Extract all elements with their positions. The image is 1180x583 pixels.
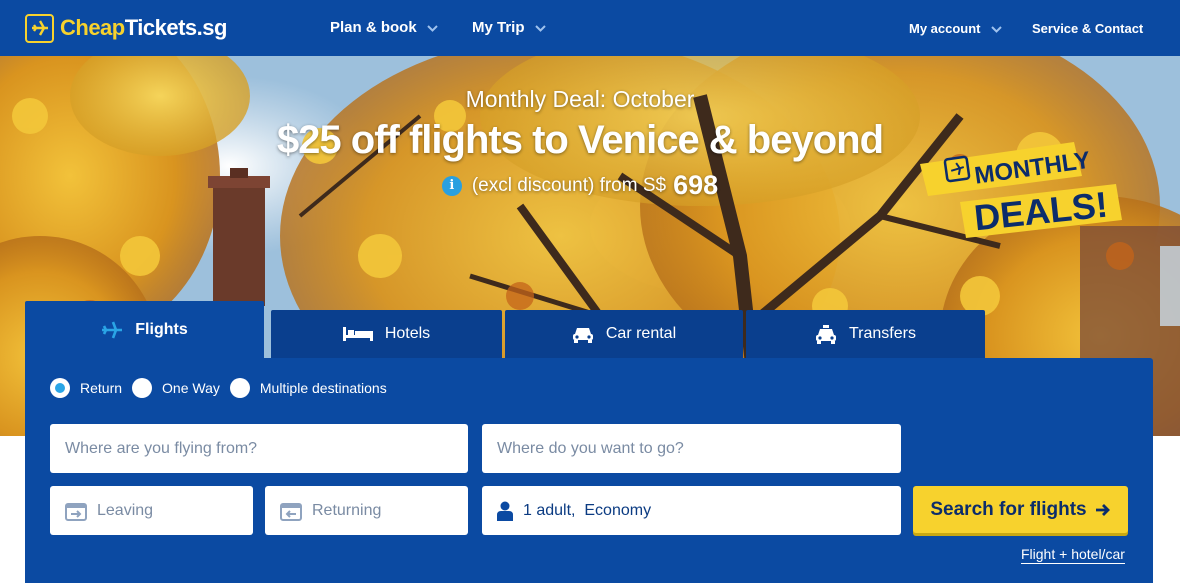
- radio-one-way-label[interactable]: One Way: [162, 380, 220, 396]
- tab-hotels[interactable]: Hotels: [271, 310, 502, 358]
- taxi-icon: [815, 324, 837, 344]
- arrow-right-icon: [1095, 503, 1111, 517]
- nav-plan-book-label: Plan & book: [330, 19, 417, 36]
- plane-icon: [101, 321, 123, 339]
- top-header: CheapTickets.sg Plan & book My Trip My a…: [0, 0, 1180, 56]
- calendar-return-icon: [280, 501, 302, 521]
- car-icon: [572, 326, 594, 343]
- passengers-value: 1 adult, Economy: [523, 501, 652, 519]
- radio-return[interactable]: [50, 378, 70, 398]
- nav-my-account-label: My account: [909, 21, 981, 36]
- tab-hotels-label: Hotels: [384, 325, 431, 342]
- radio-multiple-destinations-label[interactable]: Multiple destinations: [260, 380, 387, 396]
- badge-line2: DEALS!: [972, 184, 1110, 238]
- search-flights-label: Search for flights: [930, 498, 1087, 520]
- deal-price-amount: 698: [673, 170, 719, 200]
- origin-placeholder: Where are you flying from?: [65, 439, 258, 457]
- nav-plan-book[interactable]: Plan & book: [330, 19, 438, 36]
- flight-hotel-car-link[interactable]: Flight + hotel/car: [1021, 546, 1125, 564]
- chevron-down-icon: [426, 19, 438, 36]
- logo-text-tickets: Tickets.sg: [124, 15, 228, 40]
- destination-placeholder: Where do you want to go?: [497, 439, 684, 457]
- radio-one-way[interactable]: [132, 378, 153, 398]
- monthly-deals-badge[interactable]: MONTHLY DEALS!: [916, 138, 1126, 238]
- tab-flights[interactable]: Flights: [25, 301, 264, 359]
- nav-my-trip-label: My Trip: [472, 19, 525, 36]
- site-logo[interactable]: CheapTickets.sg: [25, 12, 227, 44]
- chevron-down-icon: [534, 19, 546, 36]
- calendar-depart-icon: [65, 501, 87, 521]
- trip-type-selector: Return One Way Multiple destinations: [50, 378, 397, 398]
- nav-my-account[interactable]: My account: [909, 21, 1002, 36]
- chevron-down-icon: [990, 21, 1002, 36]
- tab-transfers[interactable]: Transfers: [746, 310, 985, 358]
- returning-placeholder: Returning: [312, 501, 382, 519]
- person-icon: [497, 501, 513, 521]
- logo-text-cheap: Cheap: [60, 15, 125, 40]
- radio-return-label[interactable]: Return: [80, 380, 122, 396]
- nav-service-contact[interactable]: Service & Contact: [1032, 21, 1143, 36]
- info-icon[interactable]: i: [441, 175, 462, 196]
- search-flights-button[interactable]: Search for flights: [913, 486, 1128, 533]
- deal-price-prefix: (excl discount) from S$: [471, 174, 667, 196]
- tab-car-rental-label: Car rental: [605, 325, 677, 342]
- plane-icon: [25, 13, 54, 43]
- tab-flights-label: Flights: [135, 321, 188, 338]
- leaving-date-field[interactable]: Leaving: [50, 486, 253, 535]
- returning-date-field[interactable]: Returning: [265, 486, 468, 535]
- origin-input[interactable]: Where are you flying from?: [50, 424, 468, 473]
- flight-search-panel: Return One Way Multiple destinations Whe…: [25, 358, 1153, 583]
- leaving-placeholder: Leaving: [97, 501, 154, 519]
- nav-my-trip[interactable]: My Trip: [472, 19, 546, 36]
- nav-service-contact-label: Service & Contact: [1032, 21, 1144, 36]
- radio-multiple-destinations[interactable]: [229, 378, 250, 398]
- tab-transfers-label: Transfers: [849, 325, 916, 342]
- bed-icon: [342, 327, 373, 341]
- passengers-class-selector[interactable]: 1 adult, Economy: [482, 486, 901, 535]
- tab-car-rental[interactable]: Car rental: [505, 310, 743, 358]
- deal-subtitle: Monthly Deal: October: [465, 86, 695, 112]
- destination-input[interactable]: Where do you want to go?: [482, 424, 901, 473]
